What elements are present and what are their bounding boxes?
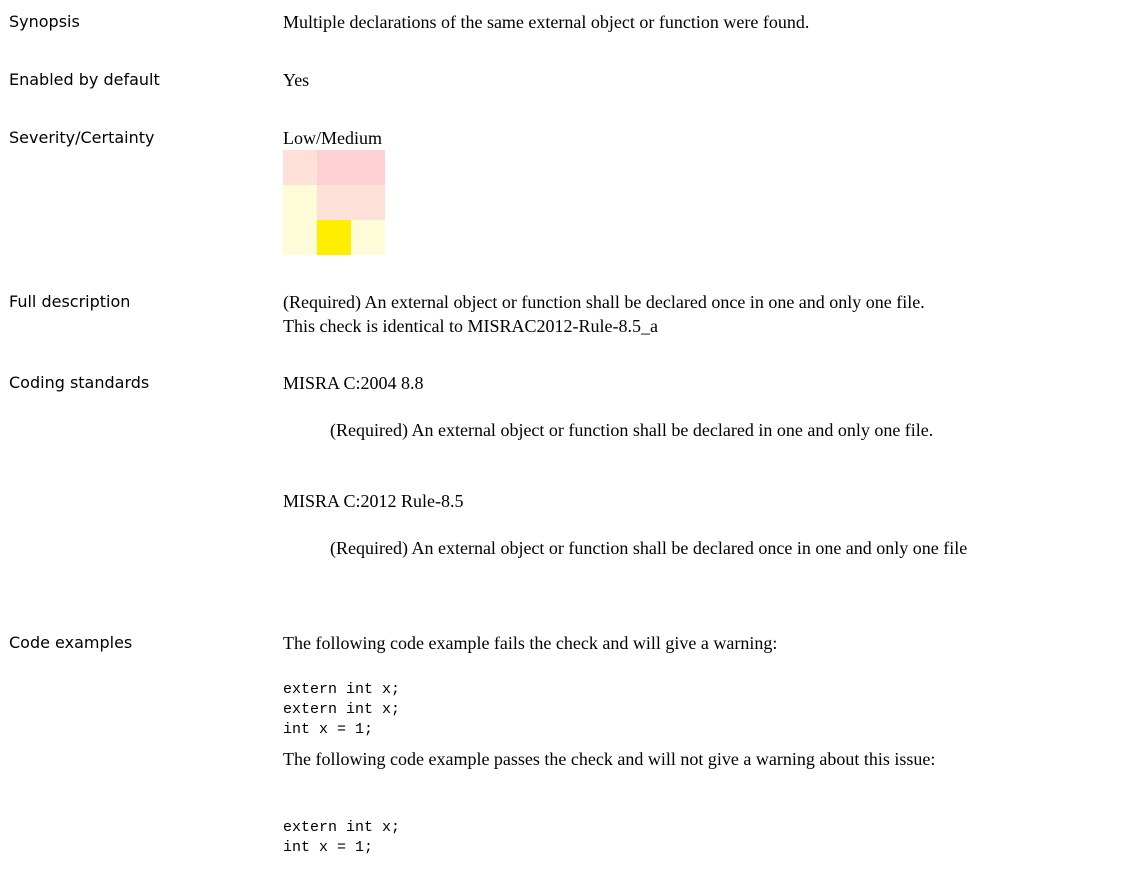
matrix-cell-r1-c1 <box>317 185 351 220</box>
coding-standard-description: (Required) An external object or functio… <box>330 420 934 440</box>
code-examples-label: Code examples <box>9 633 133 652</box>
coding-standard-name: MISRA C:2004 8.8 <box>283 373 424 393</box>
matrix-cell-r1-c2 <box>351 185 385 220</box>
severity-text: Low/Medium <box>283 128 382 148</box>
enabled-label: Enabled by default <box>9 70 160 89</box>
matrix-cell-r2-c1 <box>317 220 351 255</box>
matrix-cell-r0-c0 <box>283 150 317 185</box>
coding-standards-label: Coding standards <box>9 373 150 392</box>
full-description-line-2: This check is identical to MISRAC2012-Ru… <box>283 316 658 336</box>
severity-certainty-matrix <box>283 150 385 255</box>
pass-example-intro: The following code example passes the ch… <box>283 749 936 769</box>
synopsis-text: Multiple declarations of the same extern… <box>283 12 810 32</box>
matrix-cell-r2-c0 <box>283 220 317 255</box>
pass-code-block: extern int x; int x = 1; <box>283 819 401 856</box>
full-description-line-1: (Required) An external object or functio… <box>283 292 925 312</box>
matrix-cell-r2-c2 <box>351 220 385 255</box>
severity-label: Severity/Certainty <box>9 128 155 147</box>
matrix-cell-r1-c0 <box>283 185 317 220</box>
fail-code-block: extern int x; extern int x; int x = 1; <box>283 681 401 738</box>
synopsis-label: Synopsis <box>9 12 80 31</box>
matrix-cell-r0-c2 <box>351 150 385 185</box>
enabled-text: Yes <box>283 70 310 90</box>
matrix-cell-r0-c1 <box>317 150 351 185</box>
fail-example-intro: The following code example fails the che… <box>283 633 778 653</box>
coding-standard-name: MISRA C:2012 Rule-8.5 <box>283 491 464 511</box>
coding-standard-description: (Required) An external object or functio… <box>330 538 968 558</box>
full-description-label: Full description <box>9 292 131 311</box>
